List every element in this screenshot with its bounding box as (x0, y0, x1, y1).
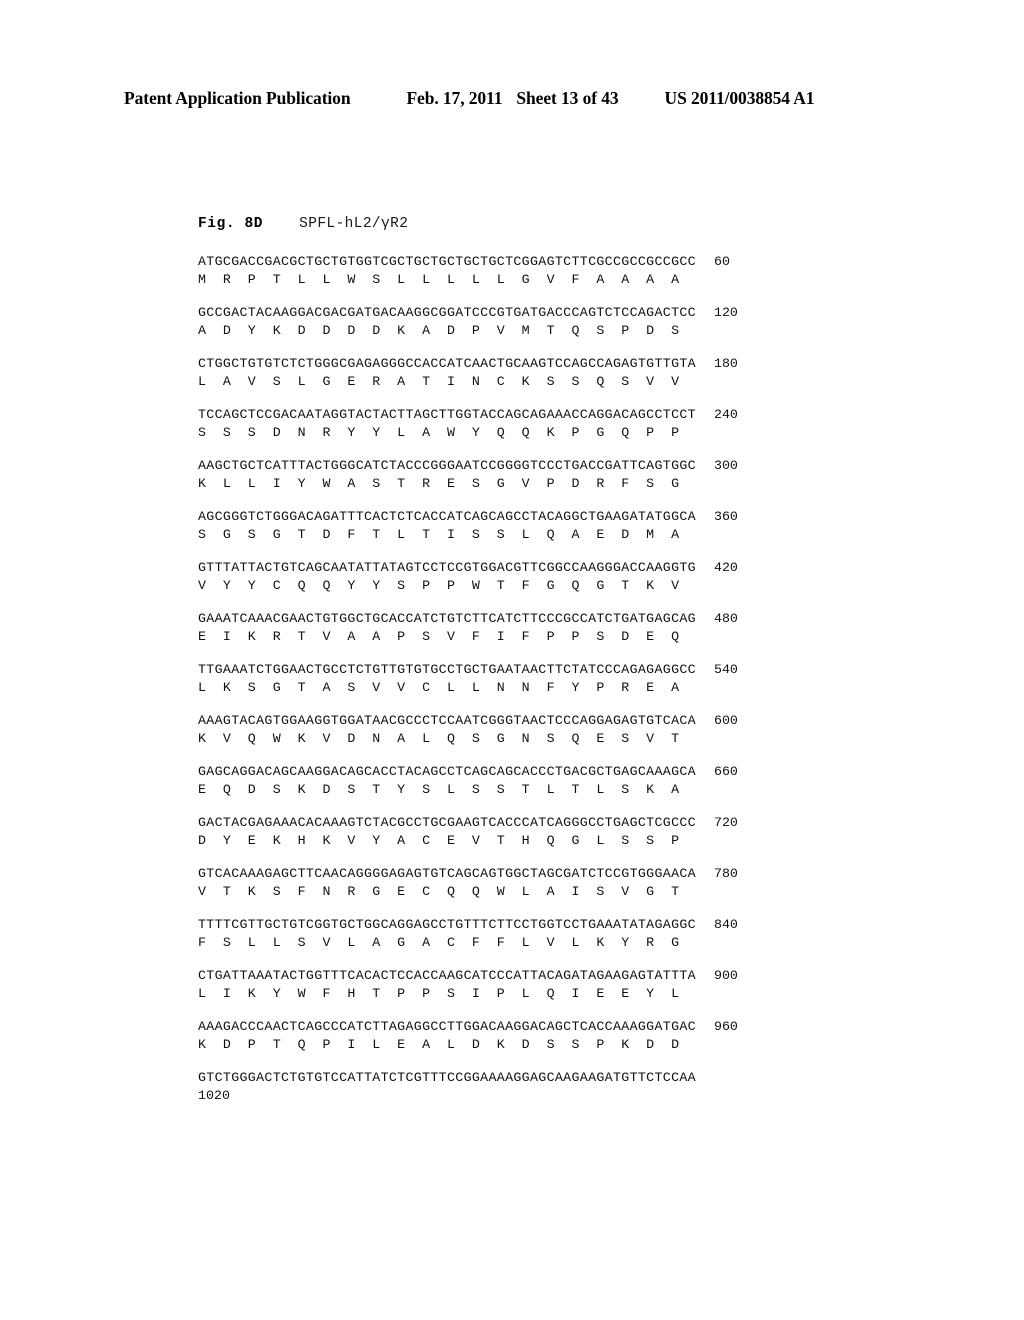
sheet-number-label: Sheet 13 of 43 (516, 88, 619, 108)
sequence-position-number: 360 (713, 509, 738, 524)
amino-acid-row: D Y E K H K V Y A C E V T H Q G L S S P (198, 832, 680, 848)
nucleotide-row: GCCGACTACAAGGACGACGATGACAAGGCGGATCCCGTGA… (198, 305, 898, 320)
sequence-block: AAGCTGCTCATTTACTGGGCATCTACCCGGGAATCCGGGG… (198, 458, 898, 491)
sequence-block: CTGATTAAATACTGGTTTCACACTCCACCAAGCATCCCAT… (198, 968, 898, 1001)
sequence-position-number: 240 (713, 407, 738, 422)
amino-acid-row: L I K Y W F H T P P S I P L Q I E E Y L (198, 985, 680, 1001)
sequence-block: TCCAGCTCCGACAATAGGTACTACTTAGCTTGGTACCAGC… (198, 407, 898, 440)
nucleotide-row: AAAGACCCAACTCAGCCCATCTTAGAGGCCTTGGACAAGG… (198, 1019, 898, 1034)
publication-type-label: Patent Application Publication (124, 88, 351, 108)
nucleotide-sequence: GTCACAAAGAGCTTCAACAGGGGAGAGTGTCAGCAGTGGC… (198, 866, 696, 881)
amino-acid-row: S S S D N R Y Y L A W Y Q Q K P G Q P P (198, 424, 680, 440)
page-header: Patent Application Publication Feb. 17, … (124, 88, 900, 109)
sequence-block: AAAGTACAGTGGAAGGTGGATAACGCCCTCCAATCGGGTA… (198, 713, 898, 746)
sequence-position-number: 720 (713, 815, 738, 830)
figure-caption: Fig. 8D SPFL-hL2/γR2 (198, 216, 898, 232)
sequence-position-number: 420 (713, 560, 738, 575)
sequence-position-number: 60 (713, 254, 730, 269)
sequence-position-number: 120 (713, 305, 738, 320)
nucleotide-row: TTTTCGTTGCTGTCGGTGCTGGCAGGAGCCTGTTTCTTCC… (198, 917, 898, 932)
nucleotide-sequence: TTGAAATCTGGAACTGCCTCTGTTGTGTGCCTGCTGAATA… (198, 662, 696, 677)
sequence-listing: ATGCGACCGACGCTGCTGTGGTCGCTGCTGCTGCTGCTCG… (198, 254, 898, 1103)
nucleotide-sequence: AAAGTACAGTGGAAGGTGGATAACGCCCTCCAATCGGGTA… (198, 713, 696, 728)
nucleotide-sequence: AAGCTGCTCATTTACTGGGCATCTACCCGGGAATCCGGGG… (198, 458, 696, 473)
sequence-block: GTTTATTACTGTCAGCAATATTATAGTCCTCCGTGGACGT… (198, 560, 898, 593)
nucleotide-row: AGCGGGTCTGGGACAGATTTCACTCTCACCATCAGCAGCC… (198, 509, 898, 524)
nucleotide-row: CTGATTAAATACTGGTTTCACACTCCACCAAGCATCCCAT… (198, 968, 898, 983)
nucleotide-sequence: AAAGACCCAACTCAGCCCATCTTAGAGGCCTTGGACAAGG… (198, 1019, 696, 1034)
sequence-position-number: 480 (713, 611, 738, 626)
amino-acid-row: K V Q W K V D N A L Q S G N S Q E S V T (198, 730, 680, 746)
sequence-block: GCCGACTACAAGGACGACGATGACAAGGCGGATCCCGTGA… (198, 305, 898, 338)
nucleotide-row: GAAATCAAACGAACTGTGGCTGCACCATCTGTCTTCATCT… (198, 611, 898, 626)
nucleotide-sequence: GTTTATTACTGTCAGCAATATTATAGTCCTCCGTGGACGT… (198, 560, 696, 575)
amino-acid-row: E Q D S K D S T Y S L S S T L T L S K A (198, 781, 680, 797)
figure-8d: Fig. 8D SPFL-hL2/γR2 ATGCGACCGACGCTGCTGT… (198, 216, 898, 1121)
amino-acid-row: M R P T L L W S L L L L L G V F A A A A (198, 271, 680, 287)
sequence-block: ATGCGACCGACGCTGCTGTGGTCGCTGCTGCTGCTGCTCG… (198, 254, 898, 287)
nucleotide-sequence: TTTTCGTTGCTGTCGGTGCTGGCAGGAGCCTGTTTCTTCC… (198, 917, 696, 932)
sequence-block: GTCACAAAGAGCTTCAACAGGGGAGAGTGTCAGCAGTGGC… (198, 866, 898, 899)
figure-construct-name: SPFL-hL2/γR2 (299, 216, 409, 232)
nucleotide-row: TTGAAATCTGGAACTGCCTCTGTTGTGTGCCTGCTGAATA… (198, 662, 898, 677)
amino-acid-row: V T K S F N R G E C Q Q W L A I S V G T (198, 883, 680, 899)
figure-label: Fig. 8D (198, 216, 264, 232)
nucleotide-sequence: GTCTGGGACTCTGTGTCCATTATCTCGTTTCCGGAAAAGG… (198, 1070, 696, 1085)
sequence-position-number: 900 (713, 968, 738, 983)
sequence-position-number: 780 (713, 866, 738, 881)
nucleotide-sequence: CTGGCTGTGTCTCTGGGCGAGAGGGCCACCATCAACTGCA… (198, 356, 696, 371)
nucleotide-row: GTCACAAAGAGCTTCAACAGGGGAGAGTGTCAGCAGTGGC… (198, 866, 898, 881)
nucleotide-sequence: GCCGACTACAAGGACGACGATGACAAGGCGGATCCCGTGA… (198, 305, 696, 320)
nucleotide-sequence: AGCGGGTCTGGGACAGATTTCACTCTCACCATCAGCAGCC… (198, 509, 696, 524)
amino-acid-row: V Y Y C Q Q Y Y S P P W T F G Q G T K V (198, 577, 680, 593)
sequence-final-position-number: 1020 (198, 1087, 230, 1103)
nucleotide-row: GTTTATTACTGTCAGCAATATTATAGTCCTCCGTGGACGT… (198, 560, 898, 575)
nucleotide-row: GAGCAGGACAGCAAGGACAGCACCTACAGCCTCAGCAGCA… (198, 764, 898, 779)
nucleotide-row: GACTACGAGAAACACAAAGTCTACGCCTGCGAAGTCACCC… (198, 815, 898, 830)
nucleotide-row: CTGGCTGTGTCTCTGGGCGAGAGGGCCACCATCAACTGCA… (198, 356, 898, 371)
amino-acid-row: A D Y K D D D D K A D P V M T Q S P D S (198, 322, 680, 338)
sequence-block: TTTTCGTTGCTGTCGGTGCTGGCAGGAGCCTGTTTCTTCC… (198, 917, 898, 950)
nucleotide-row: AAAGTACAGTGGAAGGTGGATAACGCCCTCCAATCGGGTA… (198, 713, 898, 728)
nucleotide-row: TCCAGCTCCGACAATAGGTACTACTTAGCTTGGTACCAGC… (198, 407, 898, 422)
sequence-position-number: 960 (713, 1019, 738, 1034)
nucleotide-sequence: GAAATCAAACGAACTGTGGCTGCACCATCTGTCTTCATCT… (198, 611, 696, 626)
sequence-block: AAAGACCCAACTCAGCCCATCTTAGAGGCCTTGGACAAGG… (198, 1019, 898, 1052)
sequence-position-number: 300 (713, 458, 738, 473)
publication-number-label: US 2011/0038854 A1 (664, 88, 815, 108)
sequence-position-number: 660 (713, 764, 738, 779)
amino-acid-row: K L L I Y W A S T R E S G V P D R F S G (198, 475, 680, 491)
sequence-position-number: 840 (713, 917, 738, 932)
amino-acid-row: K D P T Q P I L E A L D K D S S P K D D (198, 1036, 680, 1052)
sequence-block: GAGCAGGACAGCAAGGACAGCACCTACAGCCTCAGCAGCA… (198, 764, 898, 797)
sequence-position-number: 540 (713, 662, 738, 677)
nucleotide-sequence: CTGATTAAATACTGGTTTCACACTCCACCAAGCATCCCAT… (198, 968, 696, 983)
nucleotide-sequence: TCCAGCTCCGACAATAGGTACTACTTAGCTTGGTACCAGC… (198, 407, 696, 422)
amino-acid-row: E I K R T V A A P S V F I F P P S D E Q (198, 628, 680, 644)
nucleotide-sequence: ATGCGACCGACGCTGCTGTGGTCGCTGCTGCTGCTGCTCG… (198, 254, 696, 269)
amino-acid-row: F S L L S V L A G A C F F L V L K Y R G (198, 934, 680, 950)
sequence-block: CTGGCTGTGTCTCTGGGCGAGAGGGCCACCATCAACTGCA… (198, 356, 898, 389)
nucleotide-sequence: GACTACGAGAAACACAAAGTCTACGCCTGCGAAGTCACCC… (198, 815, 696, 830)
nucleotide-row: ATGCGACCGACGCTGCTGTGGTCGCTGCTGCTGCTGCTCG… (198, 254, 898, 269)
amino-acid-row: L A V S L G E R A T I N C K S S Q S V V (198, 373, 680, 389)
sequence-block: GAAATCAAACGAACTGTGGCTGCACCATCTGTCTTCATCT… (198, 611, 898, 644)
sequence-block: GACTACGAGAAACACAAAGTCTACGCCTGCGAAGTCACCC… (198, 815, 898, 848)
sequence-block: TTGAAATCTGGAACTGCCTCTGTTGTGTGCCTGCTGAATA… (198, 662, 898, 695)
nucleotide-sequence: GAGCAGGACAGCAAGGACAGCACCTACAGCCTCAGCAGCA… (198, 764, 696, 779)
sequence-block: GTCTGGGACTCTGTGTCCATTATCTCGTTTCCGGAAAAGG… (198, 1070, 898, 1103)
publication-date-label: Feb. 17, 2011 (406, 88, 503, 108)
sequence-position-number: 180 (713, 356, 738, 371)
sequence-position-number: 600 (713, 713, 738, 728)
amino-acid-row: L K S G T A S V V C L L N N F Y P R E A (198, 679, 680, 695)
nucleotide-row: AAGCTGCTCATTTACTGGGCATCTACCCGGGAATCCGGGG… (198, 458, 898, 473)
sequence-block: AGCGGGTCTGGGACAGATTTCACTCTCACCATCAGCAGCC… (198, 509, 898, 542)
amino-acid-row: S G S G T D F T L T I S S L Q A E D M A (198, 526, 680, 542)
nucleotide-row: GTCTGGGACTCTGTGTCCATTATCTCGTTTCCGGAAAAGG… (198, 1070, 898, 1085)
